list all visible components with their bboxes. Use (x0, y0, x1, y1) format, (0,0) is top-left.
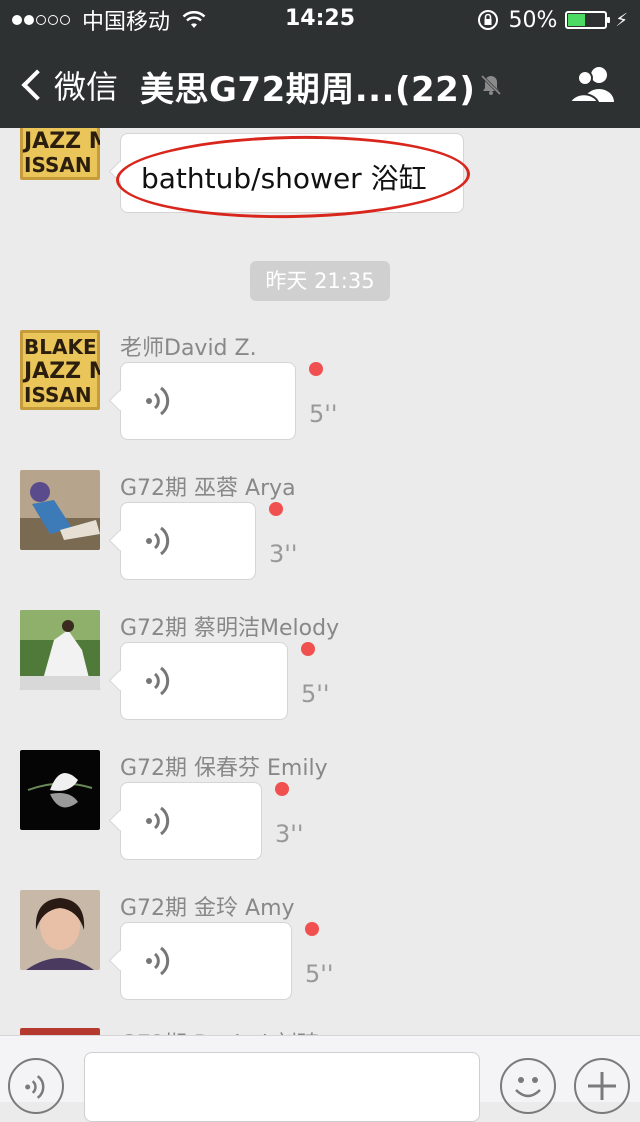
keyboard-voice-icon (25, 1075, 45, 1099)
voice-duration: 5'' (301, 680, 330, 708)
svg-text:BLAKE: BLAKE (24, 335, 97, 359)
back-label: 微信 (54, 68, 119, 106)
voice-icon (146, 806, 170, 836)
input-bar (0, 1035, 640, 1122)
avatar[interactable]: BLAKE JAZZ M ISSAN (20, 330, 100, 410)
voice-duration: 3'' (275, 820, 304, 848)
top-bar: 中国移动 14:25 50% ⚡ 微信 美思G72期周...(22) (0, 0, 640, 128)
sender-name: G72期 金玲 Amy (120, 896, 295, 921)
avatar[interactable] (20, 610, 100, 690)
unread-dot (269, 502, 283, 516)
voice-duration: 5'' (305, 960, 334, 988)
back-button[interactable]: 微信 (20, 62, 118, 108)
battery-percent: 50% (508, 7, 558, 33)
sender-name: G72期 巫蓉 Arya (120, 476, 296, 501)
chat-messages[interactable]: BLAKE JAZZ M ISSAN bathtub/shower 浴缸 昨天 … (0, 128, 640, 1035)
unread-dot (305, 922, 319, 936)
chat-title: 美思G72期周...(22) (140, 70, 476, 110)
plus-icon (588, 1072, 616, 1100)
avatar[interactable] (20, 890, 100, 970)
avatar[interactable] (20, 1028, 100, 1035)
voice-message-bubble[interactable] (120, 502, 256, 580)
voice-message-bubble[interactable] (120, 782, 262, 860)
sender-name: G72期 Rachel 刘琦 (120, 1026, 319, 1035)
svg-text:ISSAN: ISSAN (24, 153, 92, 177)
charging-icon: ⚡ (615, 9, 628, 31)
sender-name: 老师David Z. (120, 336, 257, 361)
avatar[interactable] (20, 750, 100, 830)
emoji-button[interactable] (500, 1058, 556, 1114)
svg-text:JAZZ M: JAZZ M (22, 359, 100, 384)
back-chevron-icon (21, 69, 53, 101)
more-button[interactable] (574, 1058, 630, 1114)
voice-icon (146, 946, 170, 976)
battery-icon (565, 11, 611, 29)
emoji-icon (515, 1077, 541, 1098)
status-bar: 中国移动 14:25 50% ⚡ (0, 0, 640, 40)
avatar[interactable] (20, 470, 100, 550)
voice-icon (146, 386, 170, 416)
voice-message-bubble[interactable] (120, 922, 292, 1000)
nav-bar: 微信 美思G72期周...(22) (0, 40, 640, 128)
voice-message-bubble[interactable] (120, 362, 296, 440)
voice-input-button[interactable] (8, 1058, 64, 1114)
group-members-icon[interactable] (568, 64, 616, 104)
timestamp: 昨天 21:35 (250, 261, 390, 301)
lock-rotation-icon (478, 10, 499, 30)
svg-text:JAZZ M: JAZZ M (22, 129, 100, 154)
message-input[interactable] (84, 1052, 480, 1122)
voice-duration: 3'' (269, 540, 298, 568)
voice-message-bubble[interactable] (120, 642, 288, 720)
sender-name: G72期 保春芬 Emily (120, 756, 328, 781)
voice-duration: 5'' (309, 400, 338, 428)
voice-icon (146, 666, 170, 696)
unread-dot (275, 782, 289, 796)
sender-name: G72期 蔡明洁Melody (120, 616, 340, 641)
unread-dot (301, 642, 315, 656)
mute-icon (480, 74, 502, 96)
voice-icon (146, 526, 170, 556)
unread-dot (309, 362, 323, 376)
avatar[interactable]: BLAKE JAZZ M ISSAN (20, 128, 100, 180)
svg-text:ISSAN: ISSAN (24, 383, 92, 407)
status-right: 50% ⚡ (476, 6, 628, 34)
